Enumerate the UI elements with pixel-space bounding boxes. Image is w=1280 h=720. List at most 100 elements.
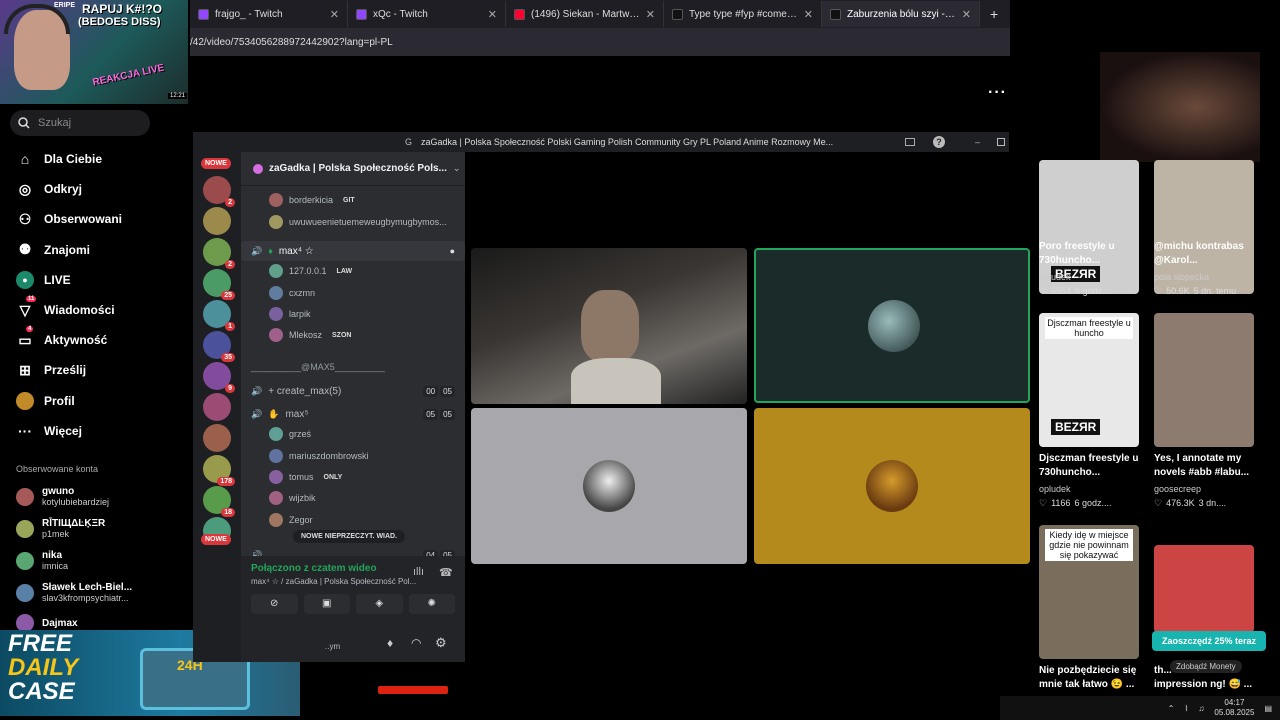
unread-pill[interactable]: NOWE NIEPRZECZYT. WIAD. bbox=[293, 530, 406, 543]
soundboard-icon[interactable]: ✺ bbox=[408, 594, 455, 614]
server-icon[interactable]: 18 bbox=[203, 486, 235, 517]
followed-account[interactable]: gwuno kotylubiebardziej bbox=[16, 486, 109, 507]
microphone-icon[interactable]: ♦ bbox=[387, 636, 393, 650]
sidebar-item-home[interactable]: ⌂ Dla Ciebie bbox=[16, 150, 102, 168]
video-tile-user3[interactable] bbox=[471, 408, 747, 564]
voice-user[interactable]: cxzmn bbox=[241, 286, 465, 300]
voice-user[interactable]: Zegor bbox=[241, 513, 465, 527]
server-icon[interactable]: 25 bbox=[203, 269, 235, 300]
category-header[interactable]: __________@MAX5__________ bbox=[241, 362, 465, 372]
stream-thumbnail[interactable]: ERIPE RAPUJ K#!?O (BEDOES DISS) REAKCJA … bbox=[0, 0, 188, 104]
voice-user[interactable]: grześ bbox=[241, 427, 465, 441]
server-header[interactable]: zaGadka | Polska Społeczność Pols... ⌄ bbox=[241, 152, 465, 186]
screen-share-icon[interactable]: ▣ bbox=[303, 594, 350, 614]
video-caption-2[interactable]: novels #abb #labu... bbox=[1154, 466, 1249, 480]
sidebar-item-messages[interactable]: ▽ 11 Wiadomości bbox=[16, 296, 115, 319]
voice-activity-icon[interactable]: ıllı bbox=[413, 566, 424, 578]
video-caption[interactable]: @michu kontrabas bbox=[1154, 240, 1244, 254]
video-caption[interactable]: Yes, I annotate my bbox=[1154, 452, 1241, 466]
video-caption-2[interactable]: impression ng! 😅 ... bbox=[1154, 678, 1252, 692]
browser-tab[interactable]: (1496) Siekan - Martwi Kolezdy ✕ bbox=[506, 1, 664, 27]
close-tab-icon[interactable]: ✕ bbox=[330, 8, 339, 21]
video-tile-speaking[interactable] bbox=[754, 248, 1030, 403]
wifi-icon[interactable]: ⌇ bbox=[1184, 704, 1188, 713]
help-icon[interactable]: ? bbox=[933, 136, 945, 148]
voice-user[interactable]: borderkicia GIT bbox=[241, 193, 465, 207]
video-caption[interactable]: Poro freestyle u bbox=[1039, 240, 1115, 254]
close-tab-icon[interactable]: ✕ bbox=[646, 8, 655, 21]
server-icon[interactable] bbox=[203, 393, 231, 421]
video-thumbnail[interactable]: BEZЯR Djsczman freestyle u huncho bbox=[1039, 313, 1139, 447]
sidebar-item-live[interactable]: ● LIVE bbox=[16, 270, 71, 289]
voice-channel[interactable]: 🔊 ♦ max⁴ ☆ ● bbox=[241, 241, 465, 261]
server-icon[interactable] bbox=[203, 207, 231, 235]
video-author[interactable]: opludek bbox=[1039, 484, 1071, 494]
chat-icon[interactable]: ● bbox=[450, 246, 455, 256]
video-thumbnail[interactable]: Kiedy idę w miejsce gdzie nie powinnam s… bbox=[1039, 525, 1139, 659]
followed-account[interactable]: nika imnica bbox=[16, 550, 68, 571]
inbox-icon[interactable] bbox=[905, 138, 915, 146]
voice-user[interactable]: 127.0.0.1 LAW bbox=[241, 264, 465, 278]
voice-user[interactable]: mariuszdombrowski bbox=[241, 449, 465, 463]
search-input[interactable]: Szukaj bbox=[10, 110, 150, 136]
tray-chevron-icon[interactable]: ⌃ bbox=[1168, 704, 1175, 713]
video-author[interactable]: goosecreep bbox=[1154, 484, 1201, 494]
video-caption-2[interactable]: 730huncho... bbox=[1039, 254, 1100, 268]
sidebar-item-more[interactable]: ··· Więcej bbox=[16, 422, 82, 440]
video-tile-camera[interactable] bbox=[471, 248, 747, 404]
server-icon[interactable]: 2 bbox=[203, 176, 235, 207]
notification-icon[interactable]: ▤ bbox=[1264, 704, 1272, 713]
voice-user[interactable]: uwuwueenietuemeweugbymugbymos... bbox=[241, 215, 465, 229]
voice-channel-path[interactable]: max⁴ ☆ / zaGadka | Polska Społeczność Po… bbox=[251, 577, 416, 586]
sidebar-item-compass[interactable]: ◎ Odkryj bbox=[16, 180, 82, 198]
server-icon[interactable]: 9 bbox=[203, 362, 235, 393]
server-icon[interactable]: 35 bbox=[203, 331, 235, 362]
voice-user[interactable]: larpik bbox=[241, 307, 465, 321]
clock[interactable]: 04:17 05.08.2025 bbox=[1214, 698, 1254, 718]
video-thumbnail[interactable] bbox=[1154, 545, 1254, 633]
server-icon[interactable]: 1 bbox=[203, 300, 235, 331]
video-caption[interactable]: Nie pozbędziecie się bbox=[1039, 664, 1136, 678]
server-icon[interactable]: 2 bbox=[203, 238, 235, 269]
promo-button[interactable]: Zaoszczędź 25% teraz bbox=[1152, 631, 1266, 651]
settings-gear-icon[interactable]: ⚙ bbox=[435, 635, 447, 651]
server-icon[interactable] bbox=[203, 424, 231, 452]
sidebar-item-profile[interactable]: ● Profil bbox=[16, 391, 75, 410]
new-tab-button[interactable]: + bbox=[990, 6, 998, 22]
maximize-icon[interactable] bbox=[997, 138, 1005, 146]
close-tab-icon[interactable]: ✕ bbox=[488, 8, 497, 21]
more-options-icon[interactable]: ··· bbox=[988, 84, 1007, 102]
video-caption-2[interactable]: 730huncho... bbox=[1039, 466, 1100, 480]
voice-user[interactable]: tomus ONLY bbox=[241, 470, 465, 484]
headphones-icon[interactable]: ◠ bbox=[411, 636, 421, 650]
browser-tab[interactable]: frajgo_ - Twitch ✕ bbox=[190, 1, 348, 27]
camera-off-icon[interactable]: ⊘ bbox=[251, 594, 298, 614]
voice-user[interactable]: Mlekosz SZON bbox=[241, 328, 465, 342]
close-tab-icon[interactable]: ✕ bbox=[962, 8, 971, 21]
browser-tab[interactable]: Type type #fyp #comedy #foryo ✕ bbox=[664, 1, 822, 27]
sidebar-item-friends[interactable]: ⚉ Znajomi bbox=[16, 241, 90, 259]
coins-button[interactable]: Zdobądź Monety bbox=[1170, 660, 1242, 673]
voice-channel[interactable]: 🔊 ✋ max⁵ 05 05 bbox=[241, 404, 465, 424]
video-author[interactable]: opludek bbox=[1039, 272, 1071, 282]
browser-tab[interactable]: Zaburzenia bólu szyi - objawy i ✕ bbox=[822, 1, 980, 27]
server-icon[interactable]: 178 bbox=[203, 455, 235, 486]
video-tile-user4[interactable] bbox=[754, 408, 1030, 564]
voice-channel[interactable]: 🔊 + create_max(5) 00 05 bbox=[241, 381, 465, 401]
sidebar-item-upload[interactable]: ⊞ Prześlij bbox=[16, 361, 86, 379]
video-caption-2[interactable]: mnie tak łatwo 😉 ... bbox=[1039, 678, 1134, 692]
browser-tab[interactable]: xQc - Twitch ✕ bbox=[348, 1, 506, 27]
sidebar-item-activity[interactable]: ▭ 4 Aktywność bbox=[16, 326, 107, 349]
followed-account[interactable]: Sławek Lech-Biel... slav3kfrompsychiatr..… bbox=[16, 582, 132, 603]
volume-icon[interactable]: ♫ bbox=[1198, 704, 1204, 713]
disconnect-icon[interactable]: ☎ bbox=[439, 566, 453, 579]
url-bar[interactable]: /42/video/7534056288972442902?lang=pl-PL bbox=[190, 28, 1010, 56]
activity-rocket-icon[interactable]: ◈ bbox=[356, 594, 403, 614]
minimize-icon[interactable]: – bbox=[975, 137, 980, 147]
video-caption[interactable]: Djsczman freestyle u bbox=[1039, 452, 1139, 466]
video-author[interactable]: pola.slopecka bbox=[1154, 272, 1209, 282]
voice-user[interactable]: wijzbik bbox=[241, 491, 465, 505]
video-thumbnail[interactable] bbox=[1154, 313, 1254, 447]
close-tab-icon[interactable]: ✕ bbox=[804, 8, 813, 21]
followed-account[interactable]: RĪTIЩΔĿĶΞR p1mek bbox=[16, 518, 105, 539]
